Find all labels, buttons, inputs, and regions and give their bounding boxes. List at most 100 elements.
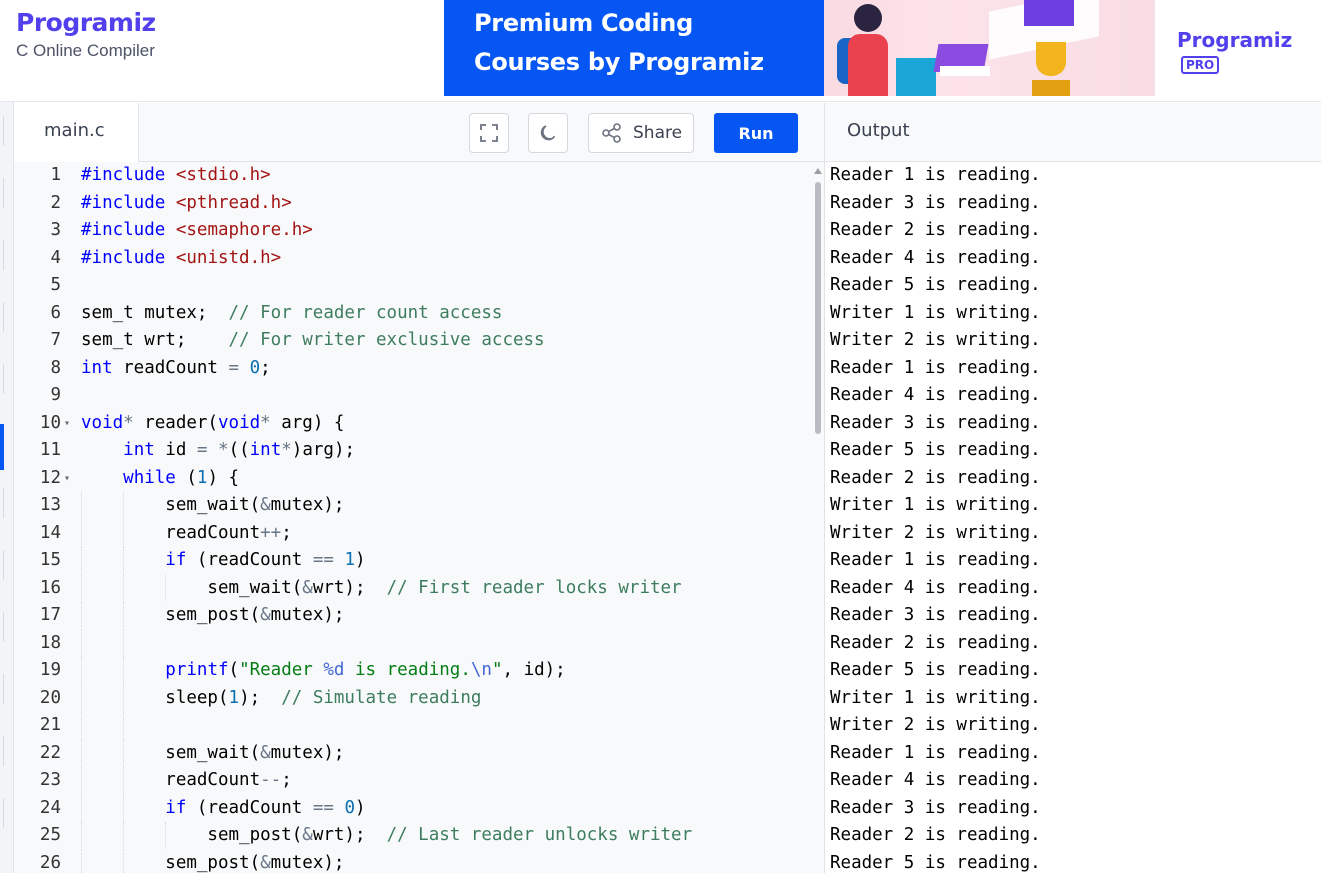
line-number: 20 (39, 687, 61, 708)
code-text: sleep(1); // Simulate reading (81, 687, 482, 708)
line-number: 25 (39, 825, 61, 845)
sidebar-item[interactable] (0, 736, 4, 766)
line-number: 9 (50, 385, 61, 405)
brand[interactable]: Programiz C Online Compiler (16, 8, 156, 61)
output-line: Reader 4 is reading. (830, 247, 1041, 268)
language-sidebar (0, 102, 14, 873)
banner-logo: Programiz PRO (1177, 28, 1321, 76)
scroll-up-arrow-icon[interactable] (814, 168, 822, 174)
output-line: Reader 4 is reading. (830, 385, 1041, 405)
output-line: Reader 5 is reading. (830, 440, 1041, 460)
line-number: 26 (39, 852, 61, 873)
sidebar-item[interactable] (0, 488, 4, 518)
line-number: 2 (50, 192, 61, 213)
student-illustration (848, 34, 888, 96)
code-text: readCount--; (81, 770, 292, 790)
sidebar-item[interactable] (0, 674, 4, 704)
code-editor[interactable]: 1 #include <stdio.h> 2 #include <pthread.h>… (14, 162, 824, 873)
line-number: 8 (50, 357, 61, 378)
code-text: #include <semaphore.h> (81, 220, 313, 240)
banner-headline: Premium Coding Courses by Programiz (474, 4, 764, 82)
output-line: Reader 4 is reading. (830, 770, 1041, 790)
code-text: #include <stdio.h> (81, 165, 271, 185)
pro-badge: PRO (1181, 56, 1220, 74)
banner-chevron (786, 0, 824, 96)
sidebar-item[interactable] (0, 550, 4, 580)
sidebar-item[interactable] (0, 178, 4, 208)
sidebar-item[interactable] (0, 116, 4, 146)
code-text: sem_post(&mutex); (81, 852, 345, 873)
sidebar-item[interactable] (0, 364, 4, 394)
line-number: 11 (39, 440, 61, 460)
code-text: sem_post(&mutex); (81, 605, 345, 625)
output-line: Reader 1 is reading. (830, 357, 1041, 378)
output-line: Writer 1 is writing. (830, 687, 1041, 708)
output-line: Reader 1 is reading. (830, 742, 1041, 763)
fold-toggle-icon[interactable]: ▾ (64, 465, 70, 493)
trophy-illustration (1036, 42, 1066, 76)
line-number: 15 (39, 550, 61, 570)
books-illustration (896, 58, 936, 96)
line-number: 5 (50, 275, 61, 295)
line-number: 13 (39, 495, 61, 515)
code-text: printf("Reader %d is reading.\n", id); (165, 660, 566, 680)
output-line: Reader 5 is reading. (830, 660, 1041, 680)
sidebar-item[interactable] (0, 240, 4, 270)
output-line: Writer 2 is writing. (830, 330, 1041, 350)
line-number: 16 (39, 577, 61, 598)
code-text: sem_t mutex; // For reader count access (81, 302, 503, 323)
share-button[interactable]: Share (588, 113, 694, 153)
line-number: 3 (50, 220, 61, 240)
output-line: Reader 3 is reading. (830, 797, 1041, 818)
editor-scrollbar-thumb[interactable] (815, 182, 821, 434)
output-line: Writer 2 is writing. (830, 715, 1041, 735)
sidebar-item[interactable] (0, 302, 4, 332)
editor-toolbar: main.c Share Run (14, 103, 824, 163)
line-number: 18 (39, 632, 61, 653)
code-text: while (1) { (123, 467, 240, 488)
fullscreen-button[interactable] (469, 113, 509, 153)
ad-banner[interactable]: Premium Coding Courses by Programiz Prog… (444, 0, 1321, 96)
banner-logo-area: Programiz PRO (1155, 0, 1321, 96)
sidebar-item[interactable] (0, 612, 4, 642)
output-panel[interactable]: Reader 1 is reading. Reader 3 is reading.… (824, 162, 1321, 873)
output-line: Reader 4 is reading. (830, 577, 1041, 598)
banner-headline-line1: Premium Coding (474, 9, 693, 37)
output-line: Reader 2 is reading. (830, 220, 1041, 240)
code-text: if (readCount == 0) (165, 797, 366, 818)
code-text: int readCount = 0; (81, 357, 271, 378)
code-text: sem_wait(&wrt); // First reader locks wr… (81, 577, 682, 598)
code-text: int id = *((int*)arg); (123, 440, 356, 460)
banner-logo-text: Programiz (1177, 28, 1293, 52)
output-header: Output (824, 103, 1321, 162)
code-text: if (readCount == 1) (165, 550, 366, 570)
output-line: Reader 2 is reading. (830, 467, 1041, 488)
output-line: Writer 1 is writing. (830, 302, 1041, 323)
output-line: Reader 2 is reading. (830, 632, 1041, 653)
trophy-base-illustration (1032, 80, 1070, 96)
line-number: 6 (50, 302, 61, 323)
output-line: Reader 5 is reading. (830, 852, 1041, 873)
code-text: sem_wait(&mutex); (81, 495, 345, 515)
sidebar-item-active[interactable] (0, 424, 4, 470)
code-text: sem_post(&wrt); // Last reader unlocks w… (81, 825, 693, 845)
code-text: #include <unistd.h> (81, 247, 282, 268)
code-text: void* reader(void* arg) { (81, 412, 345, 433)
fullscreen-icon (480, 124, 498, 142)
run-button[interactable]: Run (714, 113, 798, 153)
theme-toggle-button[interactable] (528, 113, 568, 153)
fold-toggle-icon[interactable]: ▾ (64, 410, 70, 438)
indent-guide (123, 629, 125, 657)
file-tab-main-c[interactable]: main.c (14, 103, 139, 163)
banner-headline-line2: Courses by Programiz (474, 48, 764, 76)
line-number: 12 (39, 467, 61, 488)
line-number: 21 (39, 715, 61, 735)
indent-guide (81, 712, 82, 740)
share-label: Share (633, 123, 683, 143)
programiz-logo[interactable]: Programiz (16, 8, 156, 37)
output-line: Reader 1 is reading. (830, 550, 1041, 570)
output-line: Writer 2 is writing. (830, 522, 1041, 543)
graduation-cap-illustration (1024, 0, 1074, 26)
sidebar-item[interactable] (0, 798, 4, 828)
line-number: 14 (39, 522, 61, 543)
